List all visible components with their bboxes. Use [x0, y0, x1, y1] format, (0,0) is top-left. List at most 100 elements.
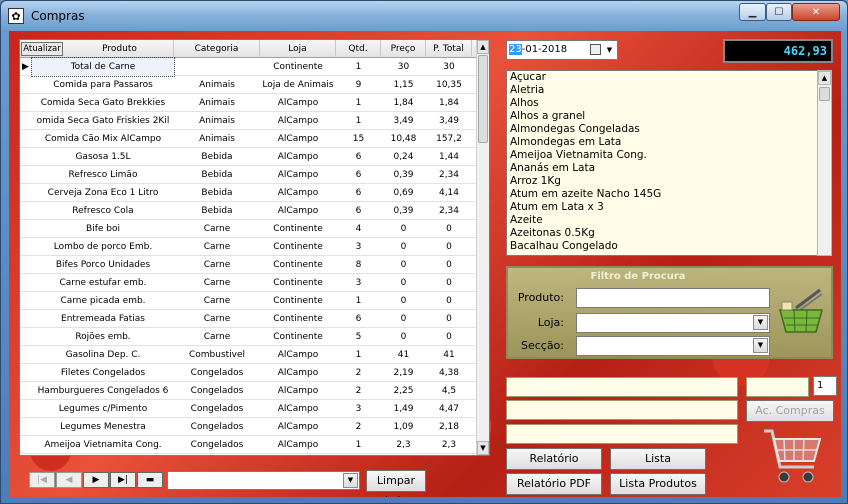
column-header-categoria[interactable]: Categoria [174, 40, 260, 58]
cell-categoria[interactable]: Animais [174, 112, 260, 130]
cell-total[interactable]: 10,35 [426, 76, 472, 94]
cell-qtd[interactable]: 2 [336, 364, 381, 382]
table-row[interactable]: Bifes Porco Unidades Carne Continente 8 0 0 [20, 256, 478, 274]
list-item[interactable]: Almondegas Congeladas [507, 123, 818, 136]
scroll-thumb[interactable] [478, 55, 488, 143]
cell-preco[interactable]: 0 [381, 328, 426, 346]
cell-qtd[interactable]: 1 [336, 58, 381, 76]
list-item[interactable]: Atum em azeite Nacho 145G [507, 188, 818, 201]
list-item[interactable]: Alhos a granel [507, 110, 818, 123]
cell-total[interactable]: 4,14 [426, 184, 472, 202]
list-item[interactable]: Ananás em Lata [507, 162, 818, 175]
update-button[interactable]: Atualizar [21, 42, 63, 56]
list-scroll-thumb[interactable] [819, 87, 830, 101]
list-item[interactable]: Azeite [507, 214, 818, 227]
cell-produto[interactable]: omida Seca Gato Friskies 2Kil [32, 112, 174, 130]
column-header-produto[interactable]: Produto [66, 40, 174, 58]
table-row[interactable]: Legumes Menestra Congelados AlCampo 2 1,09 2,… [20, 418, 478, 436]
seccao-select[interactable]: ▼ [576, 336, 770, 356]
cell-qtd[interactable]: 6 [336, 202, 381, 220]
cell-produto[interactable]: Cerveja Zona Eco 1 Litro [32, 184, 174, 202]
info-field-2[interactable] [746, 377, 809, 397]
cell-produto[interactable]: Refresco Cola [32, 202, 174, 220]
cell-produto[interactable]: Total de Carne [31, 57, 175, 77]
cell-loja[interactable]: Continente [260, 58, 336, 76]
cell-produto[interactable]: Comida Seca Gato Brekkies [32, 94, 174, 112]
table-row[interactable]: Rojões emb. Carne Continente 5 0 0 [20, 328, 478, 346]
close-button[interactable]: ✕ [792, 3, 840, 21]
minimize-button[interactable]: ▁ [739, 3, 766, 21]
list-item[interactable]: Atum em Lata x 3 [507, 201, 818, 214]
cell-qtd[interactable]: 1 [336, 292, 381, 310]
cell-preco[interactable]: 0 [381, 256, 426, 274]
cell-loja[interactable]: AlCampo [260, 94, 336, 112]
table-row[interactable]: Legumes c/Pimento Congelados AlCampo 3 1,49 4… [20, 400, 478, 418]
cell-preco[interactable]: 1,49 [381, 400, 426, 418]
cell-qtd[interactable]: 6 [336, 166, 381, 184]
cell-qtd[interactable]: 6 [336, 310, 381, 328]
cell-preco[interactable]: 2,25 [381, 382, 426, 400]
cell-produto[interactable]: Bifes Porco Unidades [32, 256, 174, 274]
cell-total[interactable]: 0 [426, 274, 472, 292]
grid-scrollbar[interactable]: ▲ ▼ [476, 40, 489, 455]
purchases-grid[interactable]: Atualizar Produto Categoria Loja Qtd. Pr… [19, 39, 490, 456]
cell-categoria[interactable]: Bebida [174, 184, 260, 202]
calendar-icon[interactable] [590, 44, 601, 55]
table-row[interactable]: Refresco Limão Bebida AlCampo 6 0,39 2,34 [20, 166, 478, 184]
cell-categoria[interactable]: Animais [174, 94, 260, 112]
maximize-button[interactable]: ☐ [766, 3, 792, 21]
cell-loja[interactable]: AlCampo [260, 382, 336, 400]
cell-categoria[interactable]: Bebida [174, 148, 260, 166]
relatorio-preview-button[interactable]: Relatório PreView [506, 448, 602, 485]
cell-preco[interactable]: 1,15 [381, 76, 426, 94]
cell-qtd[interactable]: 3 [336, 238, 381, 256]
cell-produto[interactable]: Carne estufar emb. [32, 274, 174, 292]
list-scroll-up-icon[interactable]: ▲ [818, 71, 831, 85]
cell-categoria[interactable]: Carne [174, 238, 260, 256]
prev-record-button[interactable]: ◀ [56, 472, 82, 488]
column-header-total[interactable]: P. Total [426, 40, 472, 58]
cell-total[interactable]: 1,44 [426, 148, 472, 166]
cell-preco[interactable]: 10,48 [381, 130, 426, 148]
cell-total[interactable]: 4,5 [426, 382, 472, 400]
cell-total[interactable]: 0 [426, 256, 472, 274]
cell-total[interactable]: 41 [426, 346, 472, 364]
cell-preco[interactable]: 0,24 [381, 148, 426, 166]
cell-produto[interactable]: Gasolina Dep. C. [32, 346, 174, 364]
clear-store-button[interactable]: Limpar Loja [366, 470, 426, 497]
cell-produto[interactable]: Comida Cão Mix AlCampo [32, 130, 174, 148]
cell-categoria[interactable]: Congelados [174, 382, 260, 400]
cell-preco[interactable]: 2,3 [381, 436, 426, 454]
cell-loja[interactable]: Continente [260, 328, 336, 346]
table-row[interactable]: ▶ Total de Carne Continente 1 30 30 [20, 57, 478, 77]
cell-produto[interactable]: Lombo de porco Emb. [32, 238, 174, 256]
cell-qtd[interactable]: 2 [336, 418, 381, 436]
cell-loja[interactable]: AlCampo [260, 436, 336, 454]
cell-loja[interactable]: AlCampo [260, 166, 336, 184]
cell-preco[interactable]: 1,84 [381, 94, 426, 112]
cell-qtd[interactable]: 2 [336, 382, 381, 400]
cell-preco[interactable]: 0,39 [381, 202, 426, 220]
cell-preco[interactable]: 0 [381, 292, 426, 310]
quantity-input[interactable]: 1 [813, 376, 837, 396]
seccao-chevron-icon[interactable]: ▼ [753, 338, 768, 353]
cell-total[interactable]: 0 [426, 328, 472, 346]
cell-qtd[interactable]: 8 [336, 256, 381, 274]
cell-loja[interactable]: AlCampo [260, 364, 336, 382]
cell-preco[interactable]: 1,09 [381, 418, 426, 436]
cell-loja[interactable]: AlCampo [260, 346, 336, 364]
cell-total[interactable]: 0 [426, 238, 472, 256]
loja-select[interactable]: ▼ [576, 313, 770, 333]
table-row[interactable]: Comida Cão Mix AlCampo Animais AlCampo 15 10… [20, 130, 478, 148]
cell-total[interactable]: 2,3 [426, 436, 472, 454]
table-row[interactable]: Carne estufar emb. Carne Continente 3 0 0 [20, 274, 478, 292]
cell-produto[interactable]: Legumes c/Pimento [32, 400, 174, 418]
cell-loja[interactable]: Continente [260, 220, 336, 238]
loja-dropdown[interactable]: ▼ [753, 315, 768, 331]
cell-categoria[interactable]: Carne [174, 274, 260, 292]
cell-loja[interactable]: Continente [260, 256, 336, 274]
cell-qtd[interactable]: 1 [336, 436, 381, 454]
list-item[interactable]: Azeitonas 0.5Kg [507, 227, 818, 240]
cell-total[interactable]: 4,38 [426, 364, 472, 382]
cell-loja[interactable]: AlCampo [260, 130, 336, 148]
